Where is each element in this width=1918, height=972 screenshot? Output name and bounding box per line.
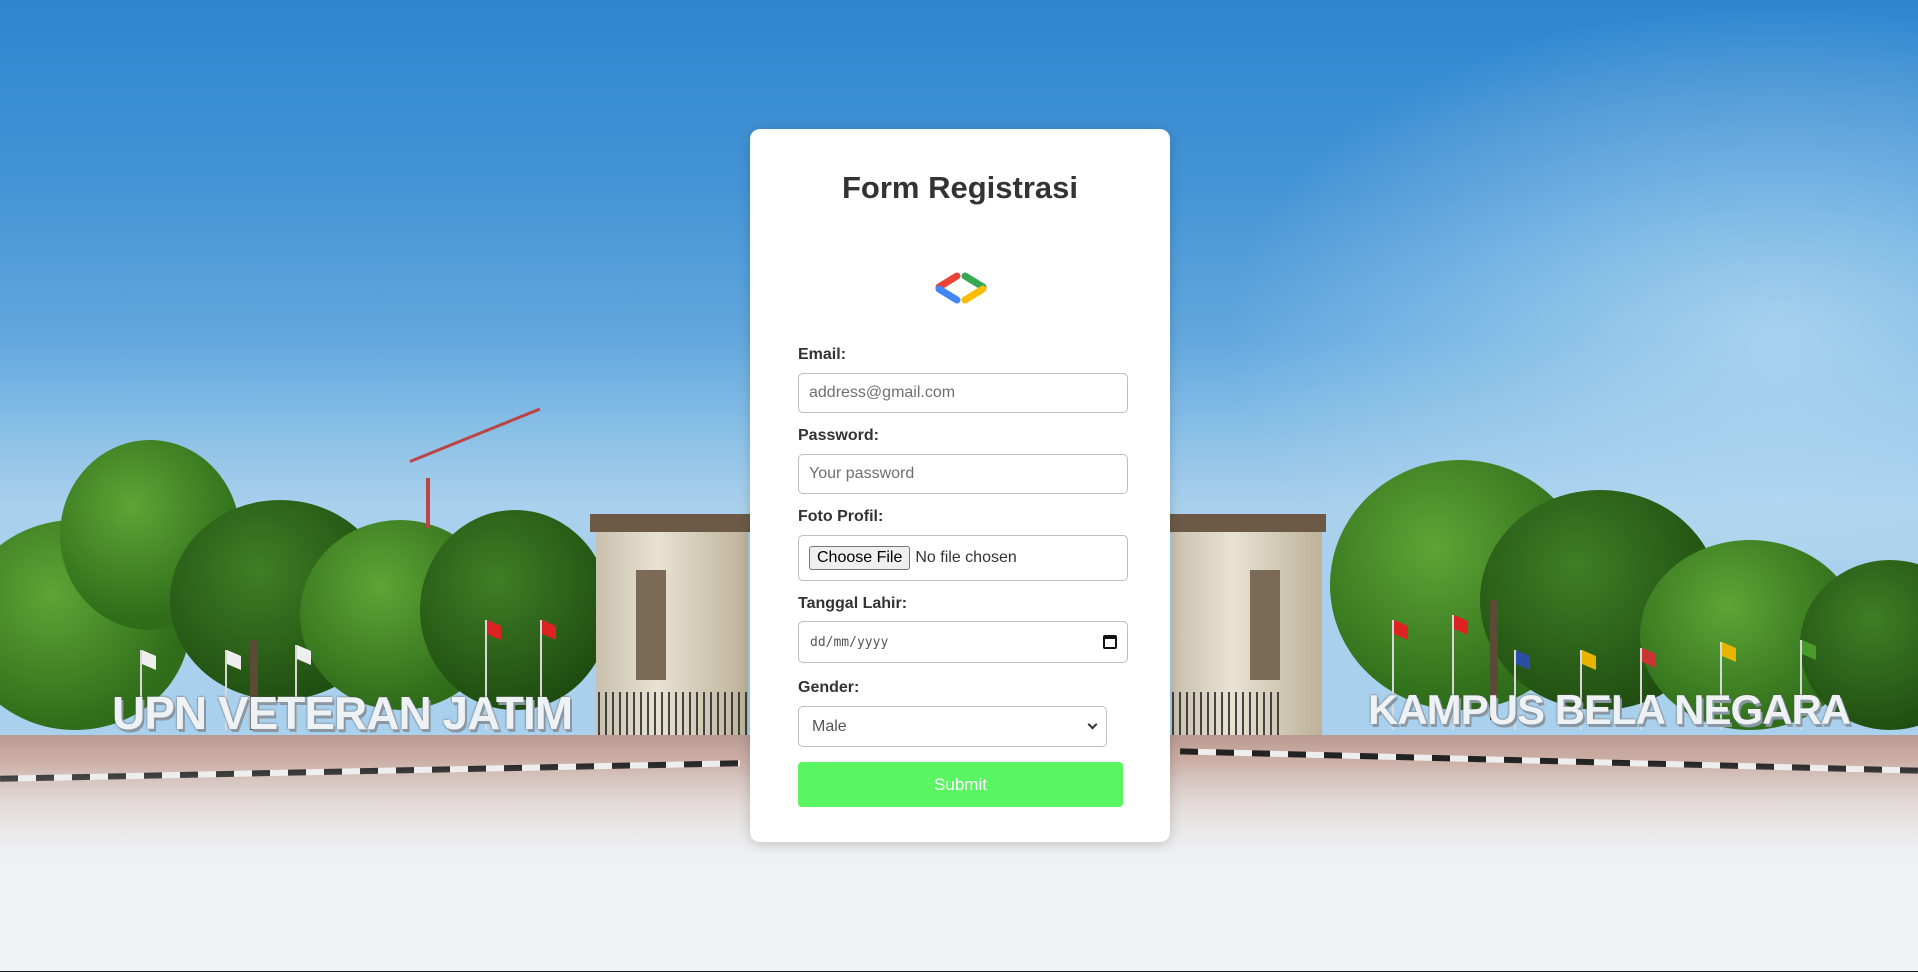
photo-file-input[interactable]: Choose File No file chosen bbox=[798, 535, 1128, 581]
email-label: Email: bbox=[798, 346, 847, 363]
gate-detail bbox=[1250, 570, 1280, 680]
campus-sign-right: KAMPUS BELA NEGARA bbox=[1368, 686, 1851, 733]
code-brackets-icon bbox=[935, 272, 987, 304]
gender-selected-value: Male bbox=[812, 717, 847, 735]
submit-button[interactable]: Submit bbox=[798, 762, 1123, 807]
birthdate-label: Tanggal Lahir: bbox=[798, 595, 908, 612]
birthdate-field[interactable]: dd/mm/yyyy bbox=[798, 621, 1128, 663]
registration-card: Form Registrasi Email: Password: Foto Pr… bbox=[750, 129, 1170, 842]
email-field[interactable] bbox=[798, 373, 1128, 413]
date-placeholder: dd/mm/yyyy bbox=[810, 634, 889, 650]
gate-detail bbox=[636, 570, 666, 680]
crane-mast bbox=[426, 478, 430, 528]
campus-sign-left: UPN VETERAN JATIM bbox=[112, 687, 573, 739]
password-label: Password: bbox=[798, 427, 879, 444]
calendar-icon[interactable] bbox=[1103, 635, 1117, 649]
file-status-text: No file chosen bbox=[915, 549, 1017, 566]
gate-cap-left bbox=[590, 514, 750, 532]
choose-file-button[interactable]: Choose File bbox=[809, 546, 911, 570]
form-title: Form Registrasi bbox=[841, 170, 1078, 205]
chevron-down-icon bbox=[1087, 719, 1098, 730]
fence bbox=[1172, 692, 1282, 736]
password-field[interactable] bbox=[798, 454, 1128, 494]
tree bbox=[420, 510, 610, 710]
sky bbox=[1218, 0, 1918, 560]
gender-label: Gender: bbox=[798, 679, 860, 696]
gender-select[interactable]: Male bbox=[798, 706, 1107, 747]
crane bbox=[409, 407, 541, 463]
gate-cap-right bbox=[1168, 514, 1326, 532]
fence bbox=[598, 692, 748, 736]
photo-label: Foto Profil: bbox=[798, 508, 884, 525]
